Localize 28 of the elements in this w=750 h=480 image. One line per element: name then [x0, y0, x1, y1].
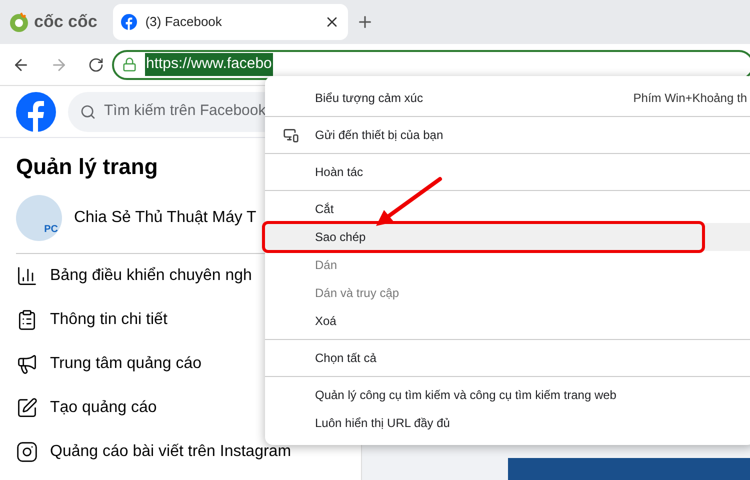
menu-item[interactable]: Chọn tất cả [265, 344, 750, 372]
chart-icon [16, 265, 38, 287]
facebook-icon [121, 14, 138, 30]
page-avatar[interactable]: PC [16, 195, 62, 241]
brand-name: cốc cốc [34, 11, 98, 34]
facebook-logo[interactable] [16, 92, 56, 132]
browser-tab[interactable]: (3) Facebook [113, 4, 348, 40]
menu-item[interactable]: Xoá [265, 307, 750, 335]
pencil-icon [16, 397, 38, 419]
page-name[interactable]: Chia Sẻ Thủ Thuật Máy T [74, 206, 256, 230]
tab-title: (3) Facebook [145, 13, 223, 32]
logo-icon [8, 11, 30, 33]
avatar-text: PC [44, 223, 58, 237]
menu-item[interactable]: Cắt [265, 195, 750, 223]
pointer-arrow [374, 176, 444, 228]
camera-icon [16, 441, 38, 463]
reload-icon[interactable] [88, 56, 104, 72]
devices-icon [283, 127, 299, 143]
megaphone-icon [16, 353, 38, 375]
search-icon [80, 104, 96, 120]
menu-item[interactable]: Hoàn tác [265, 158, 750, 186]
page-heading: Quản lý trang [16, 154, 158, 179]
lock-icon [122, 57, 137, 72]
menu-item[interactable]: Sao chép [265, 223, 750, 251]
url-text: https://www.facebo [145, 53, 273, 76]
menu-item[interactable]: Quản lý công cụ tìm kiếm và công cụ tìm kiếm trang web [265, 381, 750, 409]
shortcut-text: Phím Win+Khoảng th [633, 90, 747, 107]
list-icon [16, 309, 38, 331]
